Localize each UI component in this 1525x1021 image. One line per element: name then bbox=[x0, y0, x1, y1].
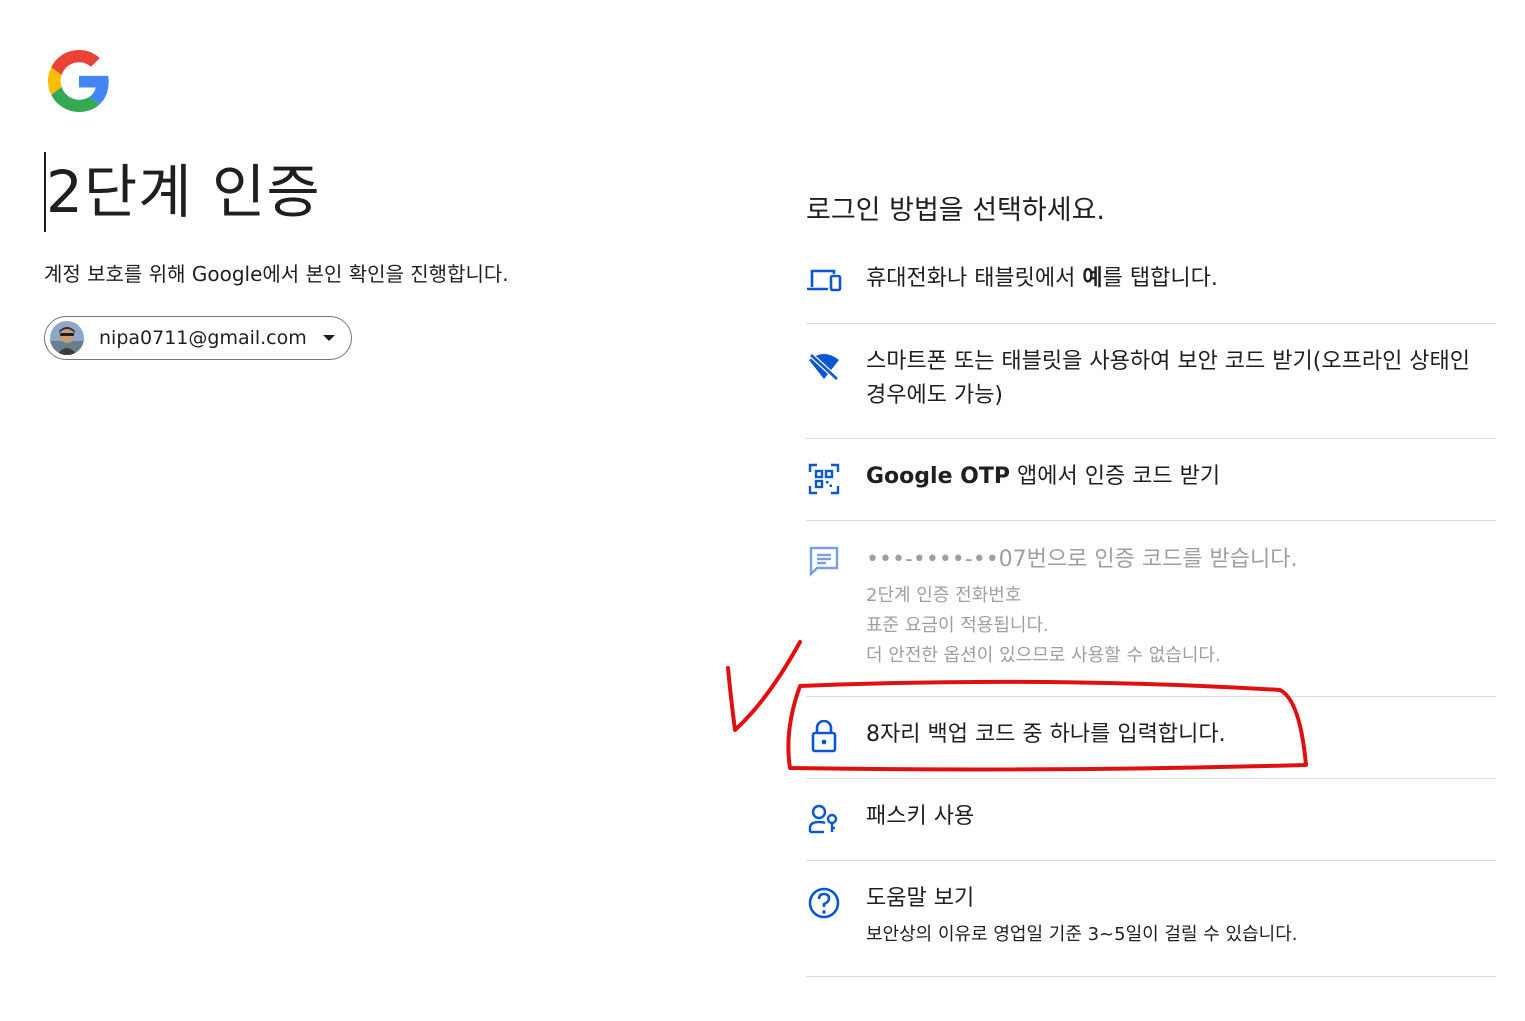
page-title: 2단계 인증 bbox=[46, 158, 321, 226]
no-wifi-icon bbox=[806, 348, 842, 384]
method-google-otp[interactable]: Google OTP 앱에서 인증 코드 받기 bbox=[806, 439, 1496, 521]
qr-code-icon bbox=[806, 461, 842, 497]
method-help[interactable]: 도움말 보기 보안상의 이유로 영업일 기준 3~5일이 걸릴 수 있습니다. bbox=[806, 861, 1496, 977]
method-google-otp-label: Google OTP 앱에서 인증 코드 받기 bbox=[866, 464, 1221, 489]
method-offline-code-label: 스마트폰 또는 태블릿을 사용하여 보안 코드 받기(오프라인 상태인 경우에도… bbox=[866, 349, 1471, 408]
help-icon bbox=[806, 885, 842, 921]
annotation-checkmark bbox=[726, 640, 802, 732]
method-sms-disabled: •••-••••-••07번으로 인증 코드를 받습니다. 2단계 인증 전화번… bbox=[806, 521, 1496, 697]
google-logo bbox=[48, 50, 109, 112]
passkey-icon bbox=[806, 801, 842, 837]
page-subtitle: 계정 보호를 위해 Google에서 본인 확인을 진행합니다. bbox=[44, 262, 509, 286]
account-chip[interactable]: nipa0711@gmail.com bbox=[44, 316, 352, 360]
sms-icon bbox=[806, 543, 842, 579]
method-tap-yes[interactable]: 휴대전화나 태블릿에서 예를 탭합니다. bbox=[806, 250, 1496, 324]
help-sub-note: 보안상의 이유로 영업일 기준 3~5일이 걸릴 수 있습니다. bbox=[866, 924, 1298, 945]
sms-sub-phone: 2단계 인증 전화번호 bbox=[866, 585, 1022, 606]
method-passkey-label: 패스키 사용 bbox=[866, 804, 975, 829]
method-backup-code[interactable]: 8자리 백업 코드 중 하나를 입력합니다. bbox=[806, 697, 1496, 779]
method-passkey[interactable]: 패스키 사용 bbox=[806, 779, 1496, 861]
lock-icon bbox=[806, 719, 842, 755]
phone-tablet-icon bbox=[806, 262, 842, 298]
sms-sub-unavailable: 더 안전한 옵션이 있으므로 사용할 수 없습니다. bbox=[866, 645, 1221, 666]
methods-heading: 로그인 방법을 선택하세요. bbox=[806, 195, 1105, 226]
chevron-down-icon bbox=[322, 335, 335, 341]
avatar bbox=[50, 321, 84, 355]
sms-sub-rate: 표준 요금이 적용됩니다. bbox=[866, 615, 1049, 636]
method-offline-code[interactable]: 스마트폰 또는 태블릿을 사용하여 보안 코드 받기(오프라인 상태인 경우에도… bbox=[806, 324, 1496, 439]
account-email: nipa0711@gmail.com bbox=[99, 327, 307, 349]
method-sms-label: •••-••••-••07번으로 인증 코드를 받습니다. 2단계 인증 전화번… bbox=[866, 543, 1496, 671]
method-backup-code-label: 8자리 백업 코드 중 하나를 입력합니다. bbox=[866, 722, 1226, 747]
method-tap-yes-label: 휴대전화나 태블릿에서 예를 탭합니다. bbox=[866, 266, 1218, 291]
method-help-label: 도움말 보기 보안상의 이유로 영업일 기준 3~5일이 걸릴 수 있습니다. bbox=[866, 882, 1496, 950]
